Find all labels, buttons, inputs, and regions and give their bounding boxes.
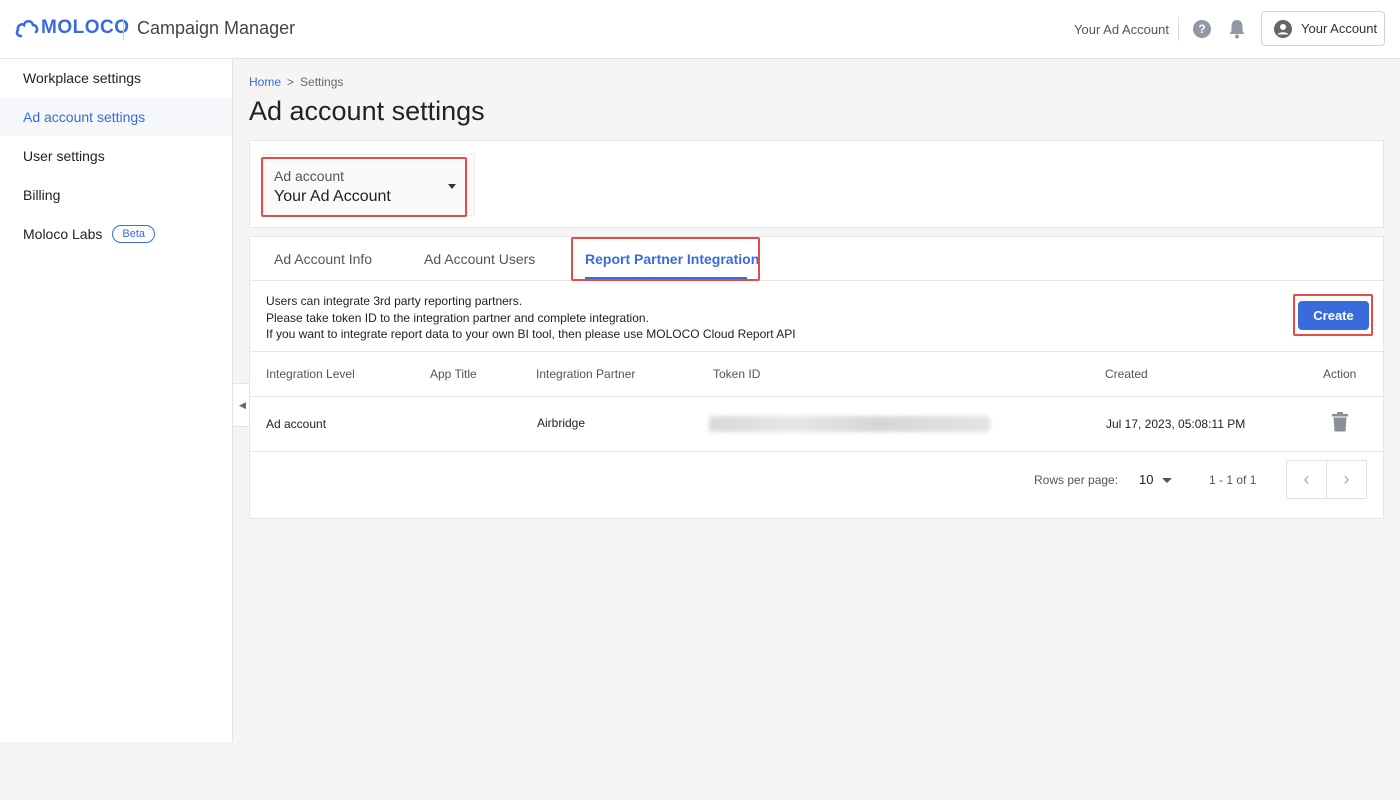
- header-ad-account[interactable]: Your Ad Account: [1074, 22, 1169, 37]
- sidebar-item-label: Workplace settings: [23, 70, 142, 86]
- sidebar-item-ad-account-settings[interactable]: Ad account settings: [0, 98, 232, 136]
- column-header: Integration Partner: [536, 367, 636, 381]
- header-divider-right: [1178, 17, 1179, 41]
- ad-account-select-card: Ad account Your Ad Account: [249, 140, 1384, 228]
- next-page-button[interactable]: ›: [1326, 460, 1367, 499]
- integration-description: Users can integrate 3rd party reporting …: [266, 293, 796, 343]
- caret-down-icon[interactable]: [1162, 478, 1172, 483]
- moloco-logo[interactable]: MOLOCO: [15, 15, 130, 41]
- sidebar-item-moloco-labs[interactable]: Moloco Labs Beta: [0, 215, 232, 253]
- header-divider: [123, 18, 124, 40]
- sidebar-item-user-settings[interactable]: User settings: [0, 137, 232, 175]
- cell-integration-partner: Airbridge: [537, 416, 586, 430]
- breadcrumb-separator: >: [287, 75, 295, 89]
- column-header: Token ID: [713, 367, 761, 381]
- account-button[interactable]: Your Account: [1261, 11, 1385, 46]
- tab-ad-account-info[interactable]: Ad Account Info: [274, 251, 372, 267]
- sidebar-item-billing[interactable]: Billing: [0, 176, 232, 214]
- chevron-left-icon: ‹: [1303, 469, 1310, 489]
- rows-per-page-select[interactable]: 10: [1139, 472, 1153, 487]
- table-row: Ad account Airbridge Jul 17, 2023, 05:08…: [250, 397, 1383, 452]
- select-highlight-box: [261, 157, 467, 217]
- cloud-logo-icon: [15, 19, 39, 38]
- pagination-range: 1 - 1 of 1: [1209, 473, 1257, 487]
- breadcrumb-home[interactable]: Home: [249, 75, 281, 89]
- tab-ad-account-users[interactable]: Ad Account Users: [424, 251, 535, 267]
- app-title: Campaign Manager: [137, 18, 296, 38]
- ad-account-select-label: Ad account: [274, 168, 345, 184]
- description-line: Please take token ID to the integration …: [266, 310, 649, 325]
- rows-per-page-label: Rows per page:: [1034, 473, 1119, 487]
- page-title: Ad account settings: [249, 96, 485, 126]
- breadcrumb: Home > Settings: [249, 75, 343, 89]
- tabs: Ad Account Info Ad Account Users Report …: [250, 237, 1383, 281]
- help-icon[interactable]: ?: [1193, 20, 1211, 38]
- sidebar-item-label: Moloco Labs: [23, 226, 103, 242]
- tab-highlight-box: [571, 237, 760, 281]
- caret-left-icon: ◀: [239, 399, 246, 410]
- sidebar-item-workplace-settings[interactable]: Workplace settings: [0, 59, 232, 97]
- cell-token-id-blurred: [709, 416, 990, 432]
- description-line: If you want to integrate report data to …: [266, 327, 796, 341]
- column-header: Integration Level: [266, 367, 355, 381]
- integration-card: Ad Account Info Ad Account Users Report …: [249, 236, 1384, 519]
- previous-page-button[interactable]: ‹: [1286, 460, 1327, 499]
- column-header: Created: [1105, 367, 1148, 381]
- column-header: Action: [1323, 367, 1357, 381]
- breadcrumb-current: Settings: [300, 75, 344, 89]
- bell-icon[interactable]: [1228, 19, 1246, 39]
- account-avatar-icon: [1274, 19, 1292, 38]
- create-button[interactable]: Create: [1298, 301, 1369, 330]
- sidebar-item-label: Billing: [23, 187, 61, 203]
- caret-down-icon: [448, 184, 456, 189]
- description-line: Users can integrate 3rd party reporting …: [266, 294, 523, 308]
- account-button-label: Your Account: [1301, 21, 1378, 36]
- sidebar: Workplace settings Ad account settings U…: [0, 59, 233, 742]
- chevron-right-icon: ›: [1343, 469, 1350, 489]
- sidebar-item-label: User settings: [23, 148, 105, 164]
- trash-icon[interactable]: [1331, 412, 1349, 432]
- cell-integration-level: Ad account: [266, 417, 327, 431]
- ad-account-select-value: Your Ad Account: [274, 188, 391, 205]
- sidebar-item-label: Ad account settings: [23, 109, 146, 125]
- beta-badge: Beta: [112, 225, 156, 243]
- column-header: App Title: [430, 367, 477, 381]
- logo-text: MOLOCO: [41, 17, 130, 38]
- table-header: Integration Level App Title Integration …: [250, 351, 1383, 397]
- pagination: Rows per page: 10 1 - 1 of 1 ‹ ›: [250, 452, 1383, 518]
- cell-created: Jul 17, 2023, 05:08:11 PM: [1106, 417, 1246, 431]
- top-header: MOLOCO Campaign Manager Your Ad Account …: [0, 0, 1400, 59]
